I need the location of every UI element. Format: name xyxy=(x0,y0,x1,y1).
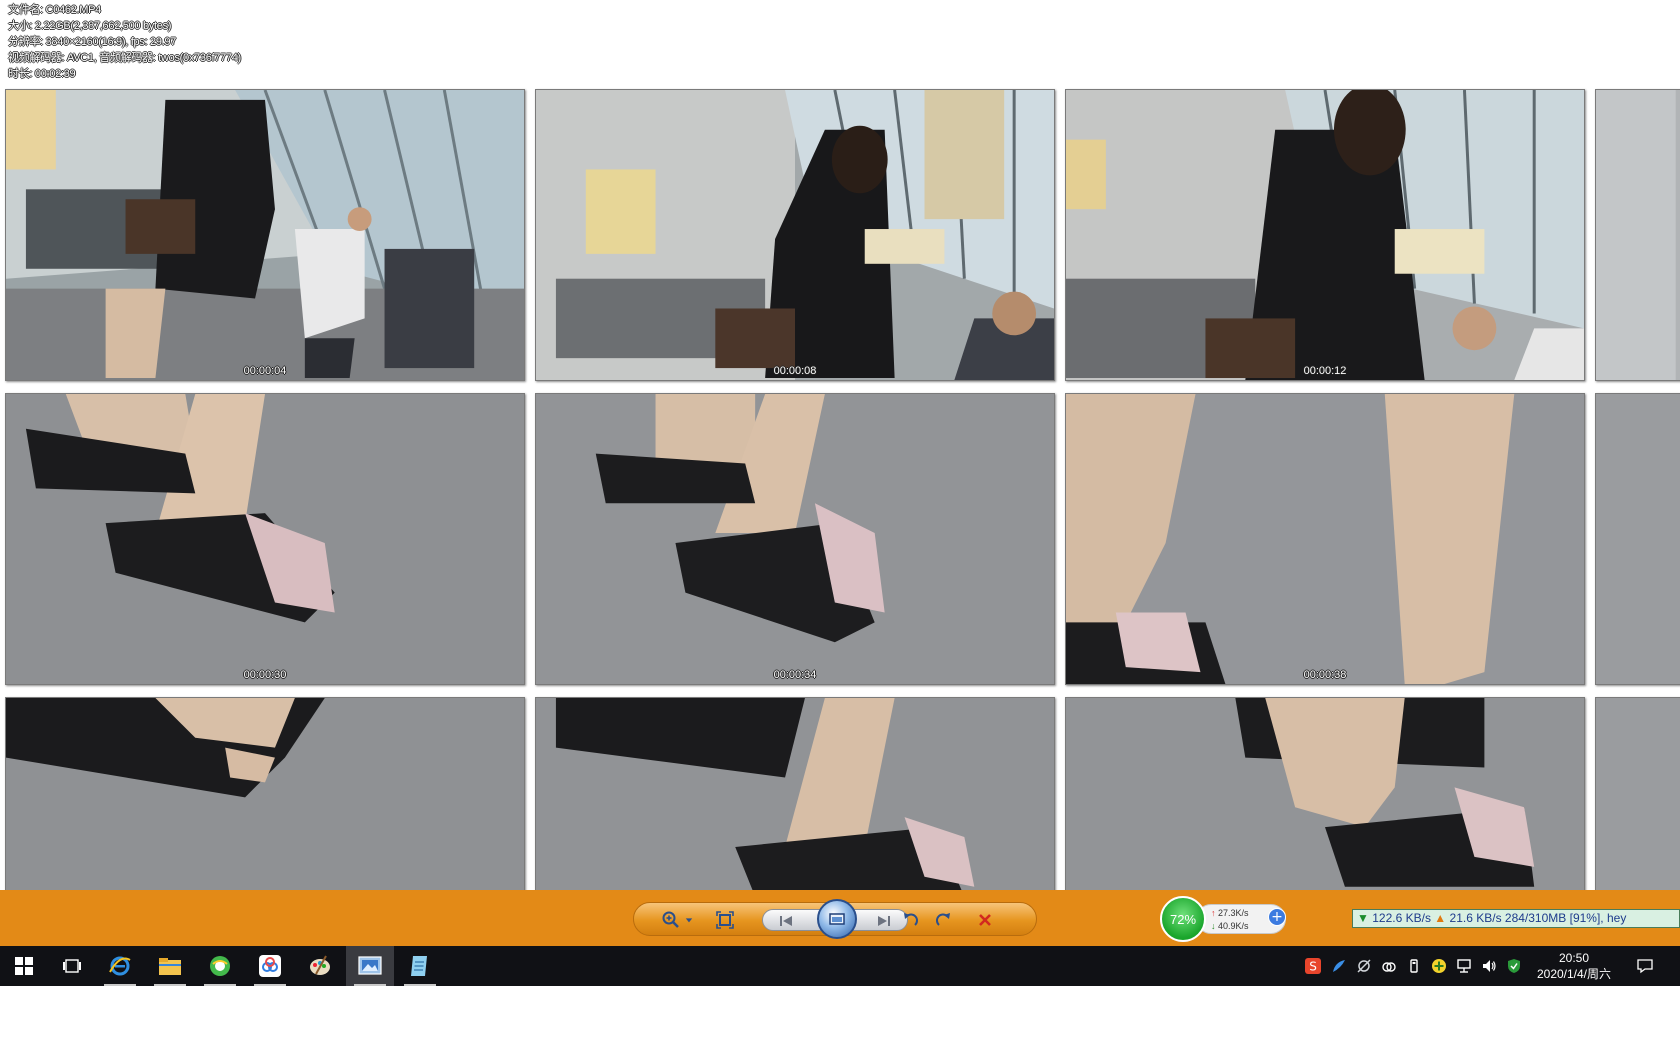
clock-time: 20:50 xyxy=(1558,951,1590,965)
sogou-ime-icon[interactable]: S xyxy=(1304,957,1322,975)
navigation-toolbar xyxy=(633,899,1037,939)
thumbnail-frame[interactable] xyxy=(1595,393,1680,685)
thumbnail-frame[interactable]: 00:00:08 xyxy=(535,89,1055,381)
thumbnail-frame[interactable]: 00:00:30 xyxy=(5,393,525,685)
taskbar-app-netdisk[interactable] xyxy=(246,946,294,986)
file-info-overlay: 文件名: C0462.MP4 大小: 2.22GB(2,387,662,500 … xyxy=(8,2,241,82)
task-view-button[interactable] xyxy=(48,946,96,986)
upload-speed-text: 21.6 KB/s xyxy=(1449,911,1502,925)
taskbar-app-ie[interactable] xyxy=(96,946,144,986)
chevron-down-icon[interactable] xyxy=(682,909,696,931)
taskbar-app-paint[interactable] xyxy=(296,946,344,986)
baidu-netdisk-icon xyxy=(259,955,281,977)
usb-device-icon[interactable] xyxy=(1405,957,1423,975)
taskbar-app-photo-viewer[interactable] xyxy=(346,946,394,986)
ie-icon xyxy=(109,956,131,976)
fit-screen-icon[interactable] xyxy=(712,909,738,931)
svg-text:S: S xyxy=(1309,960,1317,974)
previous-icon[interactable] xyxy=(773,910,799,932)
cpu-usage-badge: 72% xyxy=(1160,896,1206,942)
rotate-right-icon[interactable] xyxy=(930,909,956,931)
file-explorer-icon xyxy=(159,958,181,975)
clock-date: 2020/1/4/周六 xyxy=(1536,967,1612,981)
shield-icon[interactable] xyxy=(1505,957,1523,975)
thumbnail-frame[interactable]: 00:00:34 xyxy=(535,393,1055,685)
thumbnail-viewer: 文件名: C0462.MP4 大小: 2.22GB(2,387,662,500 … xyxy=(0,0,1680,890)
add-icon[interactable]: + xyxy=(1268,908,1286,926)
thumbnail-frame[interactable] xyxy=(1595,697,1680,890)
system-monitor-widget[interactable]: ↑ 27.3K/s ↓ 40.9K/s + 72% xyxy=(1160,896,1288,942)
thumbnail-frame[interactable]: 00:00:38 xyxy=(1065,393,1585,685)
download-progress-text: 284/310MB [91%], hey xyxy=(1504,911,1627,925)
download-speed: 40.9K/s xyxy=(1218,921,1249,931)
download-status-bar[interactable]: ▼ 122.6 KB/s ▲ 21.6 KB/s 284/310MB [91%]… xyxy=(1352,909,1680,928)
thumbnail-frame[interactable] xyxy=(1595,89,1680,381)
thumbnail-timestamp: 00:00:34 xyxy=(773,669,817,681)
view-icon xyxy=(829,913,845,925)
network-icon[interactable] xyxy=(1455,957,1473,975)
taskbar-app-browser[interactable] xyxy=(196,946,244,986)
browser-green-icon xyxy=(210,956,230,976)
resolution-line: 分辨率: 3840×2160(16:9), fps: 29.97 xyxy=(8,36,177,48)
duration-line: 时长: 00:02:39 xyxy=(8,68,76,80)
blank-area xyxy=(0,986,1680,1050)
thumbnail-frame[interactable] xyxy=(5,697,525,890)
next-icon[interactable] xyxy=(871,910,897,932)
taskbar-app-notepad[interactable] xyxy=(396,946,444,986)
thumbnail-timestamp: 00:00:38 xyxy=(1303,669,1347,681)
thumbnail-frame[interactable] xyxy=(1065,697,1585,890)
download-arrow-icon: ▼ xyxy=(1357,911,1369,925)
task-view-icon xyxy=(63,959,81,973)
rotate-left-icon[interactable] xyxy=(898,909,924,931)
network-tool-icon[interactable] xyxy=(1355,957,1373,975)
volume-icon[interactable] xyxy=(1480,957,1498,975)
system-clock[interactable]: 20:50 2020/1/4/周六 xyxy=(1524,950,1624,982)
photo-viewer-icon xyxy=(358,956,382,975)
thumbnail-timestamp: 00:00:30 xyxy=(243,669,287,681)
upload-arrow-icon: ▲ xyxy=(1434,911,1447,925)
codec-line: 视频解码器: AVC1, 音频解码器: twos(0x736f7774) xyxy=(8,52,241,64)
viewer-toolbar: ↑ 27.3K/s ↓ 40.9K/s + 72% ▼ 122.6 KB/s ▲… xyxy=(0,890,1680,946)
thumbnail-frame[interactable]: 00:00:04 xyxy=(5,89,525,381)
cloud-sync-icon[interactable] xyxy=(1380,957,1398,975)
thumbnail-timestamp: 00:00:12 xyxy=(1303,365,1347,377)
security-plus-icon[interactable] xyxy=(1430,957,1448,975)
view-mode-button[interactable] xyxy=(817,899,857,939)
file-size-line: 大小: 2.22GB(2,387,662,500 bytes) xyxy=(8,20,172,32)
thumbnail-frame[interactable]: 00:00:12 xyxy=(1065,89,1585,381)
thumbnail-frame[interactable] xyxy=(535,697,1055,890)
start-icon xyxy=(15,957,33,975)
feather-app-icon[interactable] xyxy=(1330,957,1348,975)
download-arrow-icon: ↓ xyxy=(1211,921,1216,931)
thumbnail-timestamp: 00:00:08 xyxy=(773,365,817,377)
zoom-dropdown-icon[interactable] xyxy=(658,909,684,931)
windows-taskbar: S 20:50 2020/1/4/周六 xyxy=(0,946,1680,986)
start-button[interactable] xyxy=(0,946,48,986)
upload-speed: 27.3K/s xyxy=(1218,908,1249,918)
file-name-line: 文件名: C0462.MP4 xyxy=(8,4,102,16)
delete-icon[interactable] xyxy=(972,909,998,931)
taskbar-app-explorer[interactable] xyxy=(146,946,194,986)
upload-arrow-icon: ↑ xyxy=(1211,908,1216,918)
thumbnail-timestamp: 00:00:04 xyxy=(243,365,287,377)
notepad-icon xyxy=(411,956,427,976)
notification-icon[interactable] xyxy=(1636,957,1654,975)
download-speed-text: 122.6 KB/s xyxy=(1372,911,1431,925)
paint-icon xyxy=(310,955,330,975)
